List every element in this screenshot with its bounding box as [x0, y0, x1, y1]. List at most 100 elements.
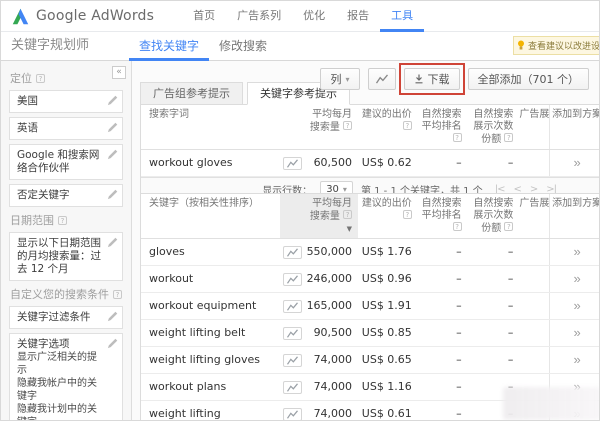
column-header-bid[interactable]: 建议的出价 ?	[358, 194, 418, 238]
negative-keywords[interactable]: 否定关键字	[9, 184, 123, 207]
organic-rank-cell: –	[418, 401, 468, 421]
help-icon[interactable]: ?	[343, 121, 352, 130]
download-button[interactable]: 下载	[404, 68, 460, 90]
add-keyword-button[interactable]: »	[574, 320, 581, 346]
columns-button[interactable]: 列▾	[320, 68, 359, 90]
targeting-section-title: 定位 ?	[10, 70, 123, 86]
table-header: 搜索字词 平均每月搜索量 ? 建议的出价 ? 自然搜索平均排名 ? 自然搜索展示…	[141, 105, 600, 150]
column-header-organic-rank[interactable]: 自然搜索平均排名 ?	[418, 105, 468, 149]
bid-cell: US$ 0.85	[358, 320, 418, 346]
tab-ad-group-ideas[interactable]: 广告组参考提示	[140, 82, 243, 105]
targeting-location[interactable]: 美国	[9, 90, 123, 113]
volume-cell: 74,000	[304, 401, 358, 421]
tab-modify-search[interactable]: 修改搜索	[209, 32, 277, 61]
impression-share-cell: –	[468, 347, 520, 373]
ad-impressions-cell	[519, 266, 549, 292]
line-chart-icon	[375, 74, 389, 85]
keyword-cell: workout gloves	[141, 150, 280, 176]
column-header-organic-rank[interactable]: 自然搜索平均排名 ?	[418, 194, 468, 238]
add-cell: »	[549, 293, 600, 319]
keyword-options[interactable]: 关键字选项 显示广泛相关的提示 隐藏我帐户中的关键字 隐藏我计划中的关键字	[9, 333, 123, 421]
edit-icon	[107, 237, 118, 248]
ad-impressions-cell	[519, 320, 549, 346]
help-icon[interactable]: ?	[343, 210, 352, 219]
targeting-language[interactable]: 英语	[9, 117, 123, 140]
help-icon[interactable]: ?	[58, 216, 67, 225]
trend-chart-icon[interactable]	[283, 381, 302, 394]
trend-chart-icon[interactable]	[283, 408, 302, 421]
organic-rank-cell: –	[418, 293, 468, 319]
adwords-logo[interactable]: Google AdWords	[11, 8, 154, 25]
bid-cell: US$ 0.96	[358, 266, 418, 292]
edit-icon	[107, 122, 118, 133]
date-range-setting[interactable]: 显示以下日期范围的月均搜索量：过去 12 个月	[9, 232, 123, 281]
add-all-button[interactable]: 全部添加（701 个）	[468, 68, 590, 90]
bid-cell: US$ 1.16	[358, 374, 418, 400]
nav-reports[interactable]: 报告	[336, 1, 380, 32]
volume-cell: 90,500	[304, 320, 358, 346]
add-keyword-button[interactable]: »	[574, 150, 581, 176]
column-header-volume[interactable]: 平均每月搜索量 ?	[304, 105, 358, 149]
help-icon[interactable]: ?	[403, 210, 412, 219]
column-header-add-to-plan: 添加到方案	[549, 194, 600, 238]
keyword-cell: workout plans	[141, 374, 280, 400]
bid-cell: US$ 1.91	[358, 293, 418, 319]
organic-rank-cell: –	[418, 347, 468, 373]
collapse-sidebar-button[interactable]: «	[112, 66, 126, 79]
lightbulb-icon	[517, 40, 525, 51]
nav-tools[interactable]: 工具	[380, 1, 424, 32]
suggestion-notice[interactable]: 查看建议以改进设置	[513, 36, 600, 55]
trend-chart-icon[interactable]	[283, 327, 302, 340]
help-icon[interactable]: ?	[504, 133, 513, 142]
column-header-impression-share[interactable]: 自然搜索展示次数份额 ?	[468, 105, 520, 149]
keyword-option: 显示广泛相关的提示	[17, 351, 104, 377]
column-header-search-terms[interactable]: 搜索字词	[141, 105, 280, 149]
help-icon[interactable]: ?	[453, 222, 462, 231]
page-title: 关键字规划师	[11, 32, 129, 60]
trend-chart-icon[interactable]	[283, 157, 302, 170]
help-icon[interactable]: ?	[504, 222, 513, 231]
column-header-ad-impressions[interactable]: 广告展	[519, 105, 549, 149]
tab-find-keywords[interactable]: 查找关键字	[129, 32, 209, 61]
keyword-filters[interactable]: 关键字过滤条件	[9, 306, 123, 329]
add-keyword-button[interactable]: »	[574, 239, 581, 265]
brand-text: Google AdWords	[36, 8, 154, 24]
customize-section-title: 自定义您的搜索条件 ?	[10, 286, 123, 302]
trend-cell	[280, 374, 304, 400]
trend-cell	[280, 401, 304, 421]
edit-icon	[107, 311, 118, 322]
add-keyword-button[interactable]: »	[574, 347, 581, 373]
add-keyword-button[interactable]: »	[574, 293, 581, 319]
nav-campaigns[interactable]: 广告系列	[226, 1, 292, 32]
column-header-add-to-plan: 添加到方案	[549, 105, 600, 149]
column-header-impression-share[interactable]: 自然搜索展示次数份额 ?	[468, 194, 520, 238]
column-header-volume-sorted[interactable]: 平均每月搜索量 ?▼	[304, 194, 358, 238]
trend-chart-icon[interactable]	[283, 246, 302, 259]
nav-home[interactable]: 首页	[182, 1, 226, 32]
trend-chart-icon[interactable]	[283, 354, 302, 367]
column-header-keywords[interactable]: 关键字（按相关性排序）	[141, 194, 280, 238]
volume-cell: 74,000	[304, 374, 358, 400]
impression-share-cell: –	[468, 293, 520, 319]
chart-view-button[interactable]	[368, 68, 396, 90]
help-icon[interactable]: ?	[36, 74, 45, 83]
watermark	[503, 387, 600, 420]
column-header-ad-impressions[interactable]: 广告展	[519, 194, 549, 238]
targeting-network[interactable]: Google 和搜索网络合作伙伴	[9, 144, 123, 180]
help-icon[interactable]: ?	[453, 133, 462, 142]
nav-optimize[interactable]: 优化	[292, 1, 336, 32]
trend-chart-icon[interactable]	[283, 300, 302, 313]
trend-cell	[280, 266, 304, 292]
volume-cell: 60,500	[304, 150, 358, 176]
table-row: workout246,000US$ 0.96––»	[141, 266, 600, 293]
help-icon[interactable]: ?	[403, 121, 412, 130]
impression-share-cell: –	[468, 320, 520, 346]
ad-impressions-cell	[519, 347, 549, 373]
help-icon[interactable]: ?	[113, 290, 122, 299]
trend-cell	[280, 239, 304, 265]
trend-chart-icon[interactable]	[283, 273, 302, 286]
add-keyword-button[interactable]: »	[574, 266, 581, 292]
add-cell: »	[549, 150, 600, 176]
add-cell: »	[549, 320, 600, 346]
column-header-bid[interactable]: 建议的出价 ?	[358, 105, 418, 149]
